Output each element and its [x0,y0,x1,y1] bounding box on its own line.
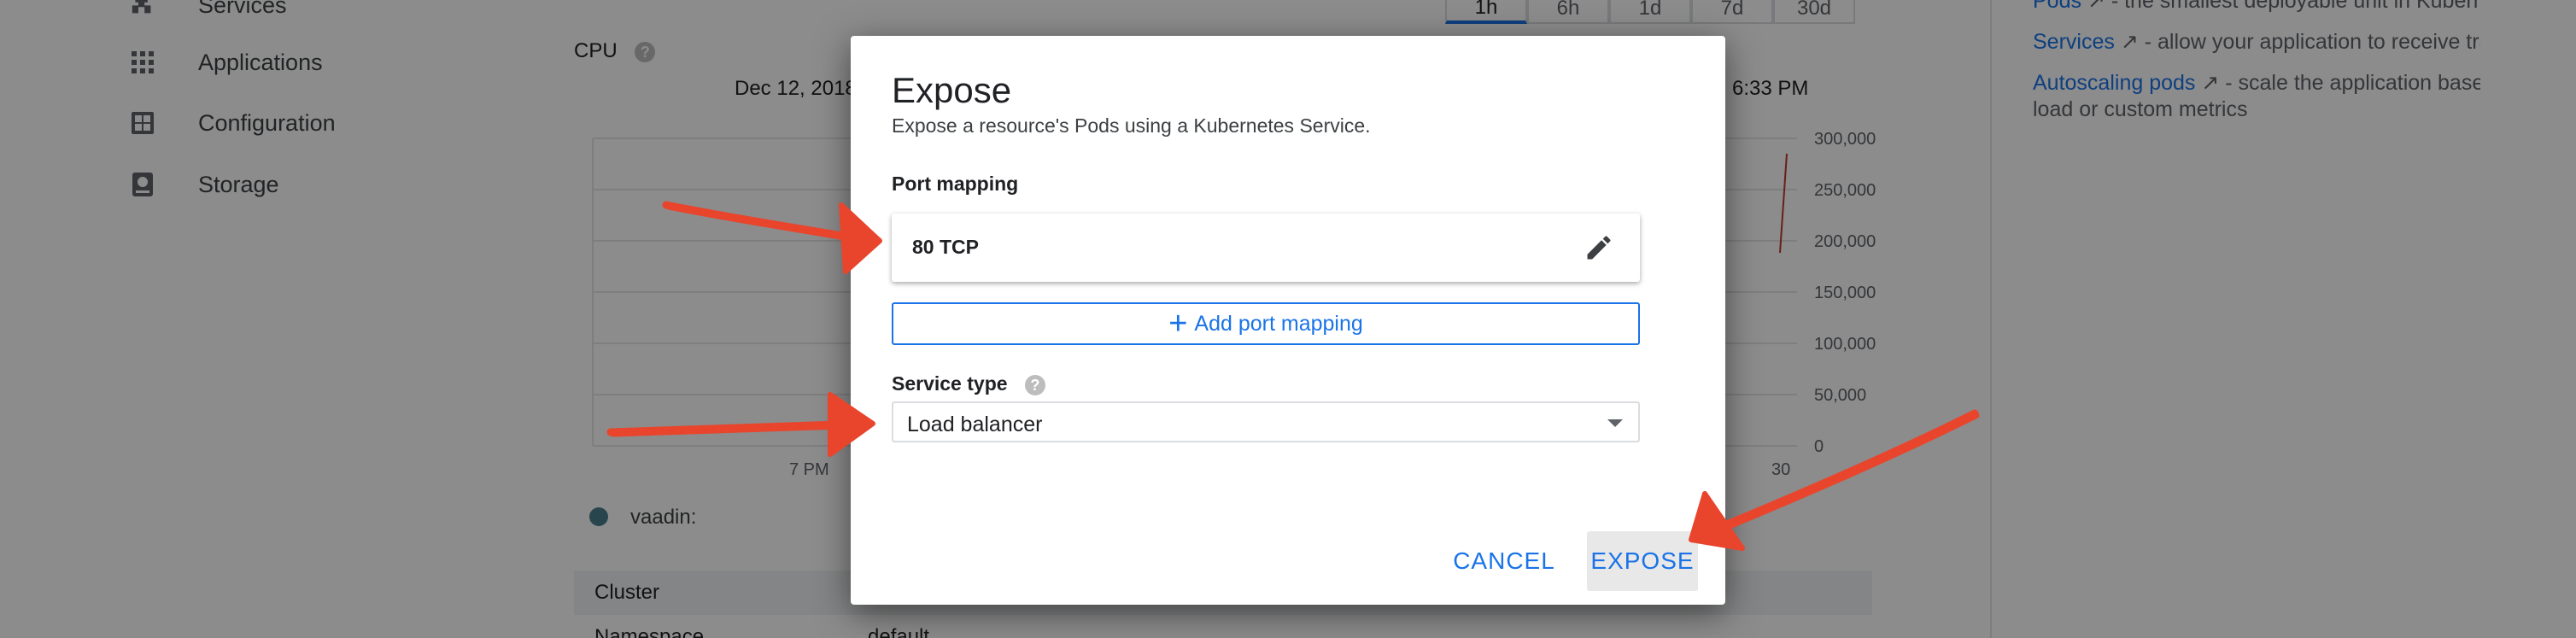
dropdown-caret-icon [1607,419,1623,427]
service-type-label-text: Service type [892,372,1008,395]
port-mapping-label: Port mapping [892,173,1019,195]
plus-icon: + [1168,306,1188,342]
edit-pencil-icon[interactable] [1584,232,1614,263]
service-type-value: Load balancer [907,413,1043,436]
help-icon[interactable]: ? [1024,374,1045,395]
dialog-subtitle: Expose a resource's Pods using a Kuberne… [892,114,1371,137]
cancel-button[interactable]: CANCEL [1449,531,1560,591]
service-type-label: Service type ? [892,372,1045,395]
add-port-mapping-label: Add port mapping [1194,311,1363,336]
add-port-mapping-button[interactable]: + Add port mapping [892,302,1640,345]
port-mapping-value: 80 TCP [912,236,979,258]
service-type-select[interactable]: Load balancer [892,401,1640,442]
expose-dialog: Expose Expose a resource's Pods using a … [851,36,1725,605]
port-mapping-card[interactable]: 80 TCP [892,214,1640,282]
dialog-title: Expose [892,70,1012,110]
expose-button[interactable]: EXPOSE [1587,531,1698,591]
